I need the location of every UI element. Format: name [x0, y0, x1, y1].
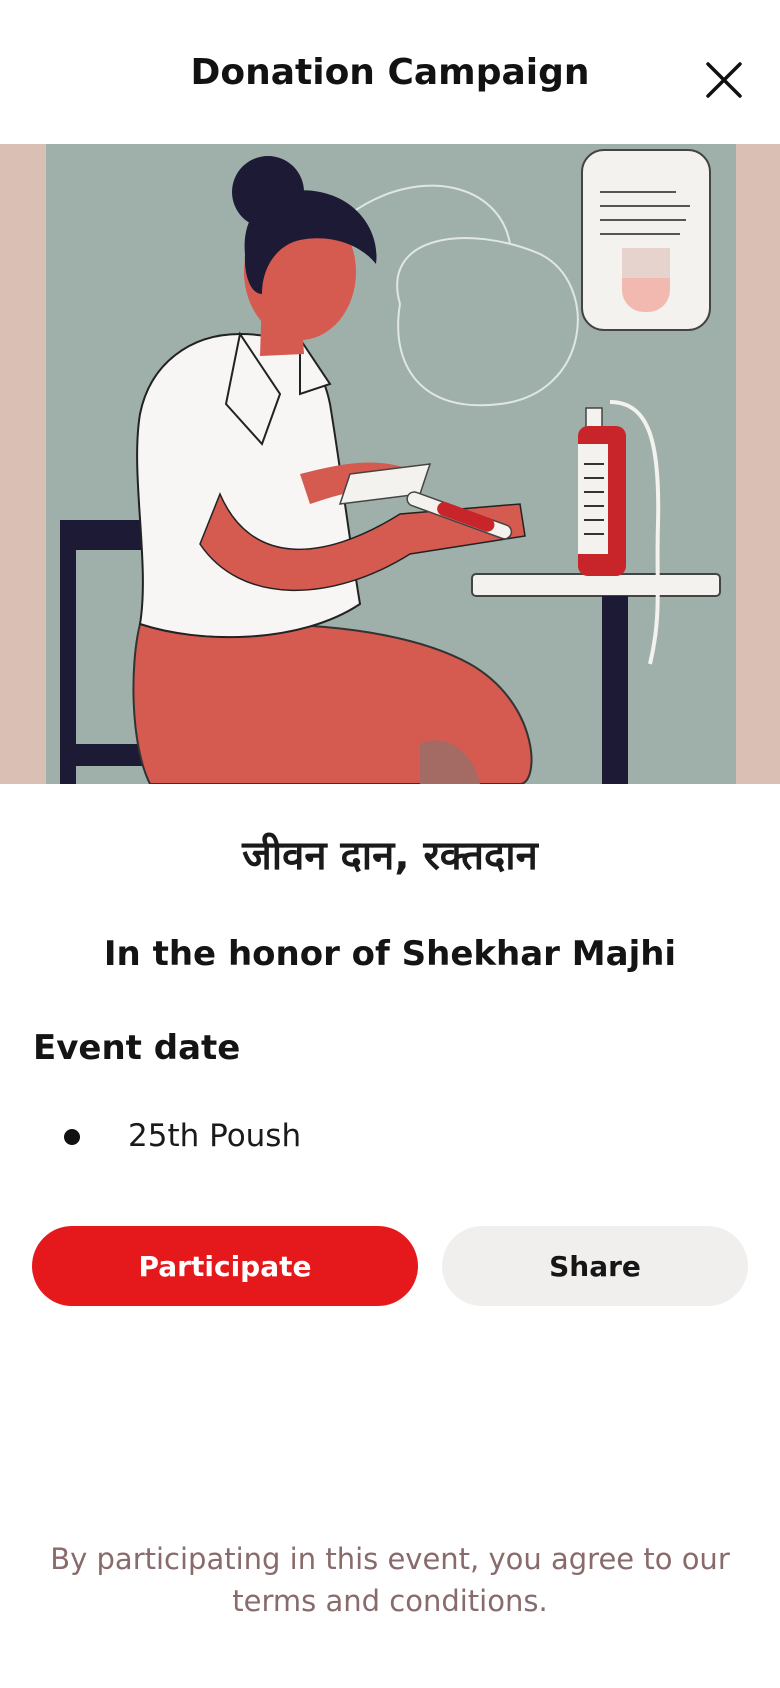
blood-donation-illustration: [0, 144, 780, 784]
page-title: Donation Campaign: [190, 52, 590, 93]
honor-text: In the honor of Shekhar Majhi: [103, 934, 677, 974]
close-icon[interactable]: [700, 56, 748, 104]
bullet-icon: [64, 1129, 80, 1145]
hero-illustration: [0, 144, 780, 784]
event-date-label: Event date: [33, 1028, 241, 1068]
terms-notice: By participating in this event, you agre…: [50, 1542, 730, 1618]
event-date-value: 25th Poush: [128, 1118, 302, 1154]
participate-button[interactable]: Participate: [32, 1226, 418, 1306]
campaign-name: जीवन दान, रक्तदान: [242, 833, 538, 879]
header: Donation Campaign: [0, 0, 780, 144]
share-button[interactable]: Share: [442, 1226, 748, 1306]
